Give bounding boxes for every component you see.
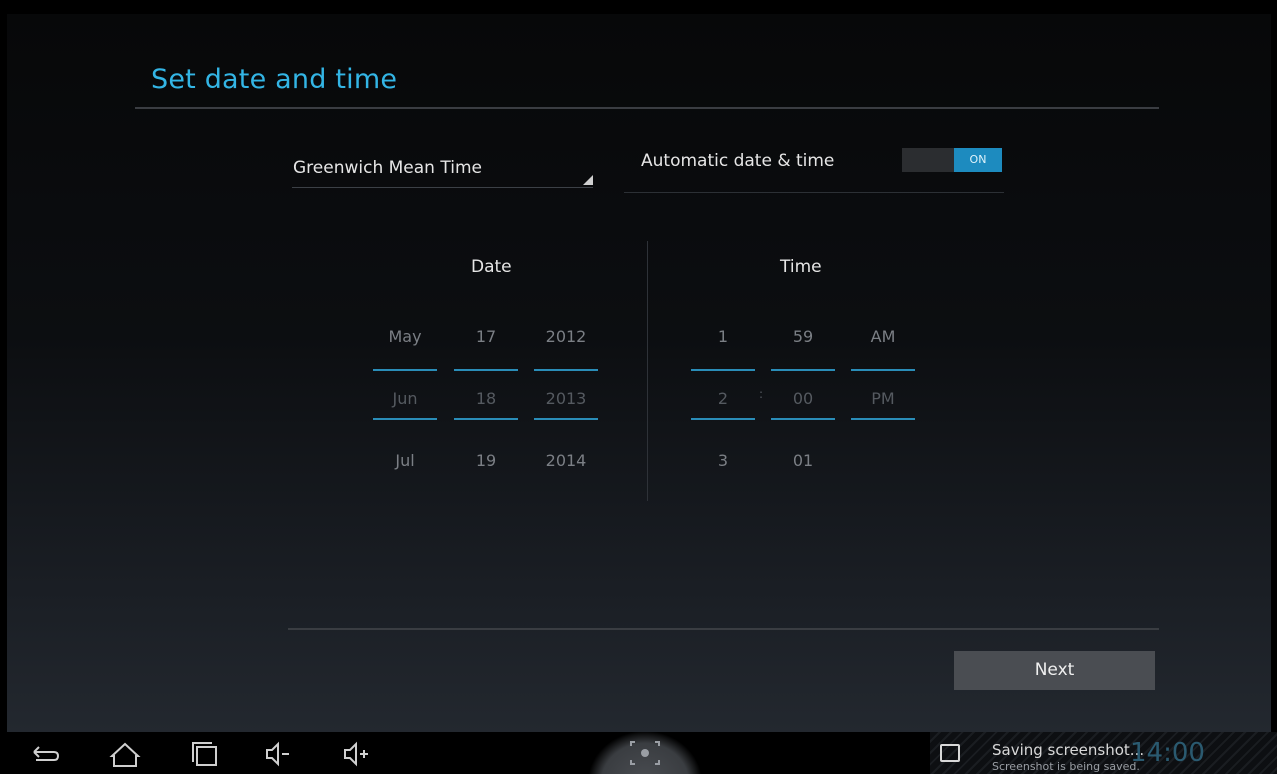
hour-selection-top [691,369,755,371]
minute-selection-top [771,369,835,371]
footer-divider [288,628,1159,630]
automatic-date-time-label: Automatic date & time [641,151,835,171]
time-separator: : [759,387,764,401]
minute-current[interactable]: 00 [771,389,835,408]
recent-apps-icon[interactable] [188,740,222,768]
ampm-selection-bottom [851,418,915,420]
timezone-value: Greenwich Mean Time [293,158,482,178]
screenshot-button[interactable] [589,732,701,774]
day-selection-bottom [454,418,518,420]
day-selection-top [454,369,518,371]
dropdown-triangle-icon [583,175,593,185]
month-next[interactable]: Jul [373,451,437,470]
system-nav-bar: Saving screenshot... Screenshot is being… [0,732,1277,774]
notification-title: Saving screenshot... [992,741,1145,759]
home-icon[interactable] [108,740,142,768]
status-clock: 14:00 [1130,738,1205,768]
month-selection-top [373,369,437,371]
screen: Set date and time Greenwich Mean Time Au… [0,0,1277,774]
title-divider [135,107,1159,109]
minute-selection-bottom [771,418,835,420]
setup-wizard-panel: Set date and time Greenwich Mean Time Au… [7,14,1271,732]
minute-prev[interactable]: 59 [771,327,835,346]
year-selection-top [534,369,598,371]
hour-next[interactable]: 3 [691,451,755,470]
hour-current[interactable]: 2 [691,389,755,408]
next-button[interactable]: Next [954,651,1155,690]
day-current[interactable]: 18 [454,389,518,408]
year-next[interactable]: 2014 [534,451,598,470]
ampm-current[interactable]: PM [851,389,915,408]
volume-down-icon[interactable] [262,740,296,768]
notification-area[interactable]: Saving screenshot... Screenshot is being… [930,732,1277,774]
timezone-spinner[interactable]: Greenwich Mean Time [292,146,593,188]
year-prev[interactable]: 2012 [534,327,598,346]
day-next[interactable]: 19 [454,451,518,470]
hour-prev[interactable]: 1 [691,327,755,346]
minute-next[interactable]: 01 [771,451,835,470]
date-time-divider [647,241,648,501]
time-column-title: Time [780,257,822,277]
page-title: Set date and time [151,64,398,95]
notification-subtitle: Screenshot is being saved. [992,760,1140,773]
date-column-title: Date [471,257,512,277]
screenshot-icon [630,741,660,765]
switch-on-thumb: ON [954,148,1002,172]
automatic-date-time-switch[interactable]: ON [902,148,1002,172]
ampm-selection-top [851,369,915,371]
hour-selection-bottom [691,418,755,420]
month-selection-bottom [373,418,437,420]
month-current[interactable]: Jun [373,389,437,408]
day-prev[interactable]: 17 [454,327,518,346]
year-selection-bottom [534,418,598,420]
volume-up-icon[interactable] [340,740,374,768]
automatic-date-time-row[interactable]: Automatic date & time ON [624,146,1004,193]
back-icon[interactable] [28,740,62,768]
year-current[interactable]: 2013 [534,389,598,408]
ampm-prev[interactable]: AM [851,327,915,346]
month-prev[interactable]: May [373,327,437,346]
image-icon [940,744,960,762]
